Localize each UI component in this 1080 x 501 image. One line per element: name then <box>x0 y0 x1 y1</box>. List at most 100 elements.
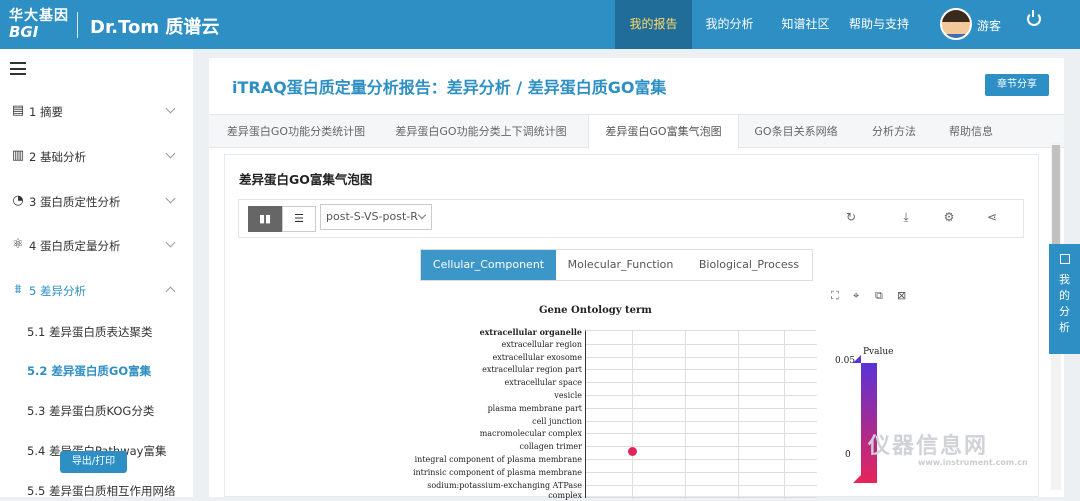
gridline <box>586 471 817 473</box>
nav-my-reports[interactable]: 我的报告 <box>615 0 692 49</box>
logo-divider <box>77 12 78 38</box>
sidebar-item-label: 1 摘要 <box>29 105 63 119</box>
document-icon: ▤ <box>11 103 25 118</box>
sidebar-item-diff-analysis[interactable]: ⩩ 5 差异分析 <box>0 281 193 317</box>
gridline <box>586 343 817 345</box>
tab-methods[interactable]: 分析方法 <box>861 115 927 148</box>
chevron-down-icon <box>417 210 427 220</box>
my-analysis-float-button[interactable]: 我 的 分 析 <box>1049 244 1080 354</box>
tab-cellular-component[interactable]: Cellular_Component <box>421 250 556 280</box>
scrollbar-thumb[interactable] <box>1052 145 1060 255</box>
tick-label: vesicle <box>554 391 582 400</box>
pie-chart-icon: ◔ <box>12 193 24 208</box>
chevron-down-icon <box>165 103 176 114</box>
sidebar-item-quantitative[interactable]: ⚛ 4 蛋白质定量分析 <box>0 236 193 272</box>
gridline <box>586 356 817 358</box>
tick-label: plasma membrane part <box>487 403 582 413</box>
sidebar: ▤ 1 摘要 ▥ 2 基础分析 ◔ 3 蛋白质定性分析 ⚛ 4 蛋白质定量分析 … <box>0 49 193 498</box>
tab-go-bubble[interactable]: 差异蛋白GO富集气泡图 <box>588 115 739 149</box>
nav-community[interactable]: 知谱社区 <box>774 0 837 49</box>
settings-icon[interactable]: ⚙ <box>941 210 957 224</box>
gridline <box>586 446 817 448</box>
chevron-up-icon <box>165 286 176 297</box>
avatar[interactable] <box>940 8 972 40</box>
lasso-icon[interactable]: ⌖ <box>853 289 859 303</box>
tick-label: intrinsic component of plasma membrane <box>412 467 582 477</box>
data-point[interactable] <box>628 447 637 457</box>
chevron-down-icon <box>165 237 176 248</box>
tick-label: cell junction <box>532 416 582 426</box>
panel-icon <box>1059 254 1070 264</box>
gridline <box>586 497 817 499</box>
float-label-char: 我 <box>1059 273 1070 286</box>
gridline <box>586 407 817 409</box>
go-category-tabs: Cellular_Component Molecular_Function Bi… <box>420 249 813 281</box>
table-view-button[interactable]: ☰ <box>282 206 316 232</box>
gridline <box>586 459 817 460</box>
tick-label: sodium:potassium-exchanging ATPase compl… <box>427 480 582 500</box>
card-title: 差异蛋白GO富集气泡图 <box>239 172 373 187</box>
float-label-char: 析 <box>1059 321 1070 334</box>
sidebar-item-label: 4 蛋白质定量分析 <box>29 239 121 253</box>
gridline <box>586 484 817 486</box>
share-icon[interactable]: ⋖ <box>984 210 1000 224</box>
copy-icon[interactable]: ⧉ <box>875 289 883 303</box>
chevron-down-icon <box>165 148 176 159</box>
comparison-select[interactable]: post-S-VS-post-R <box>320 204 432 230</box>
gridline <box>586 433 817 435</box>
zoom-icon[interactable]: ⛶ <box>831 289 839 303</box>
gridline <box>586 369 817 371</box>
sidebar-item-basic-analysis[interactable]: ▥ 2 基础分析 <box>0 147 193 183</box>
tab-help[interactable]: 帮助信息 <box>940 115 1002 148</box>
page-title: iTRAQ蛋白质定量分析报告：差异分析 / 差异蛋白质GO富集 <box>232 78 667 97</box>
refresh-icon[interactable]: ↻ <box>843 210 859 224</box>
logo-chinese: 华大基因 <box>9 8 69 24</box>
watermark-url: www.instrument.com.cn <box>918 458 1028 467</box>
submenu-item-kog[interactable]: 5.3 差异蛋白质KOG分类 <box>27 403 154 419</box>
nav-help[interactable]: 帮助与支持 <box>843 0 915 49</box>
tab-go-classification[interactable]: 差异蛋白GO功能分类统计图 <box>217 115 375 148</box>
brand-title[interactable]: Dr.Tom 质谱云 <box>90 13 219 39</box>
tab-bar: 差异蛋白GO功能分类统计图 差异蛋白GO功能分类上下调统计图 差异蛋白GO富集气… <box>209 114 1064 149</box>
bubble-plot <box>585 330 817 499</box>
logo-bgi: BGI <box>9 23 39 41</box>
tick-label: extracellular region part <box>482 365 582 375</box>
chart-title: Gene Ontology term <box>539 305 652 316</box>
share-section-button[interactable]: 章节分享 <box>985 74 1049 96</box>
top-bar: 华大基因 BGI Dr.Tom 质谱云 我的报告 我的分析 知谱社区 帮助与支持… <box>0 0 1080 49</box>
sidebar-item-label: 2 基础分析 <box>29 150 86 164</box>
molecule-icon: ⚛ <box>12 237 24 252</box>
power-icon[interactable] <box>1027 10 1041 26</box>
submenu-item-clustering[interactable]: 5.1 差异蛋白质表达聚类 <box>27 324 152 340</box>
legend-title: Pvalue <box>863 347 894 357</box>
float-label-char: 分 <box>1059 305 1070 318</box>
tick-label: extracellular space <box>504 378 582 388</box>
hamburger-icon[interactable] <box>10 62 26 75</box>
legend-handle-top[interactable] <box>853 355 861 363</box>
tab-go-updown[interactable]: 差异蛋白GO功能分类上下调统计图 <box>389 115 573 148</box>
tab-go-network[interactable]: GO条目关系网络 <box>746 115 846 148</box>
tick-label: extracellular exosome <box>492 352 582 362</box>
export-print-button[interactable]: 导出/打印 <box>60 451 127 473</box>
chart-view-button[interactable]: ▮▮ <box>248 206 282 232</box>
submenu-item-go-enrichment[interactable]: 5.2 差异蛋白质GO富集 <box>27 363 151 379</box>
gridline <box>586 420 817 422</box>
legend-handle-bottom[interactable] <box>853 475 861 483</box>
float-label-char: 的 <box>1059 289 1070 302</box>
nav-my-analysis[interactable]: 我的分析 <box>698 0 761 49</box>
gridline <box>586 395 817 396</box>
sidebar-item-label: 5 差异分析 <box>29 284 86 298</box>
watermark: 仪器信息网 www.instrument.com.cn <box>868 428 1028 467</box>
sidebar-item-qualitative[interactable]: ◔ 3 蛋白质定性分析 <box>0 192 193 228</box>
tab-molecular-function[interactable]: Molecular_Function <box>556 250 685 280</box>
username[interactable]: 游客 <box>977 17 1001 34</box>
pvalue-colorbar <box>861 363 877 483</box>
download-icon[interactable]: ⤓ <box>898 210 914 225</box>
tab-biological-process[interactable]: Biological_Process <box>685 250 813 280</box>
gridline <box>586 382 817 384</box>
reset-zoom-icon[interactable]: ⊠ <box>897 289 906 302</box>
tick-label: integral component of plasma membrane <box>414 455 582 464</box>
sidebar-item-summary[interactable]: ▤ 1 摘要 <box>0 102 193 138</box>
chart-toolbar: ▮▮ ☰ post-S-VS-post-R ↻ ⤓ ⚙ ⋖ <box>238 199 1024 238</box>
watermark-text: 仪器信息网 <box>868 434 989 459</box>
